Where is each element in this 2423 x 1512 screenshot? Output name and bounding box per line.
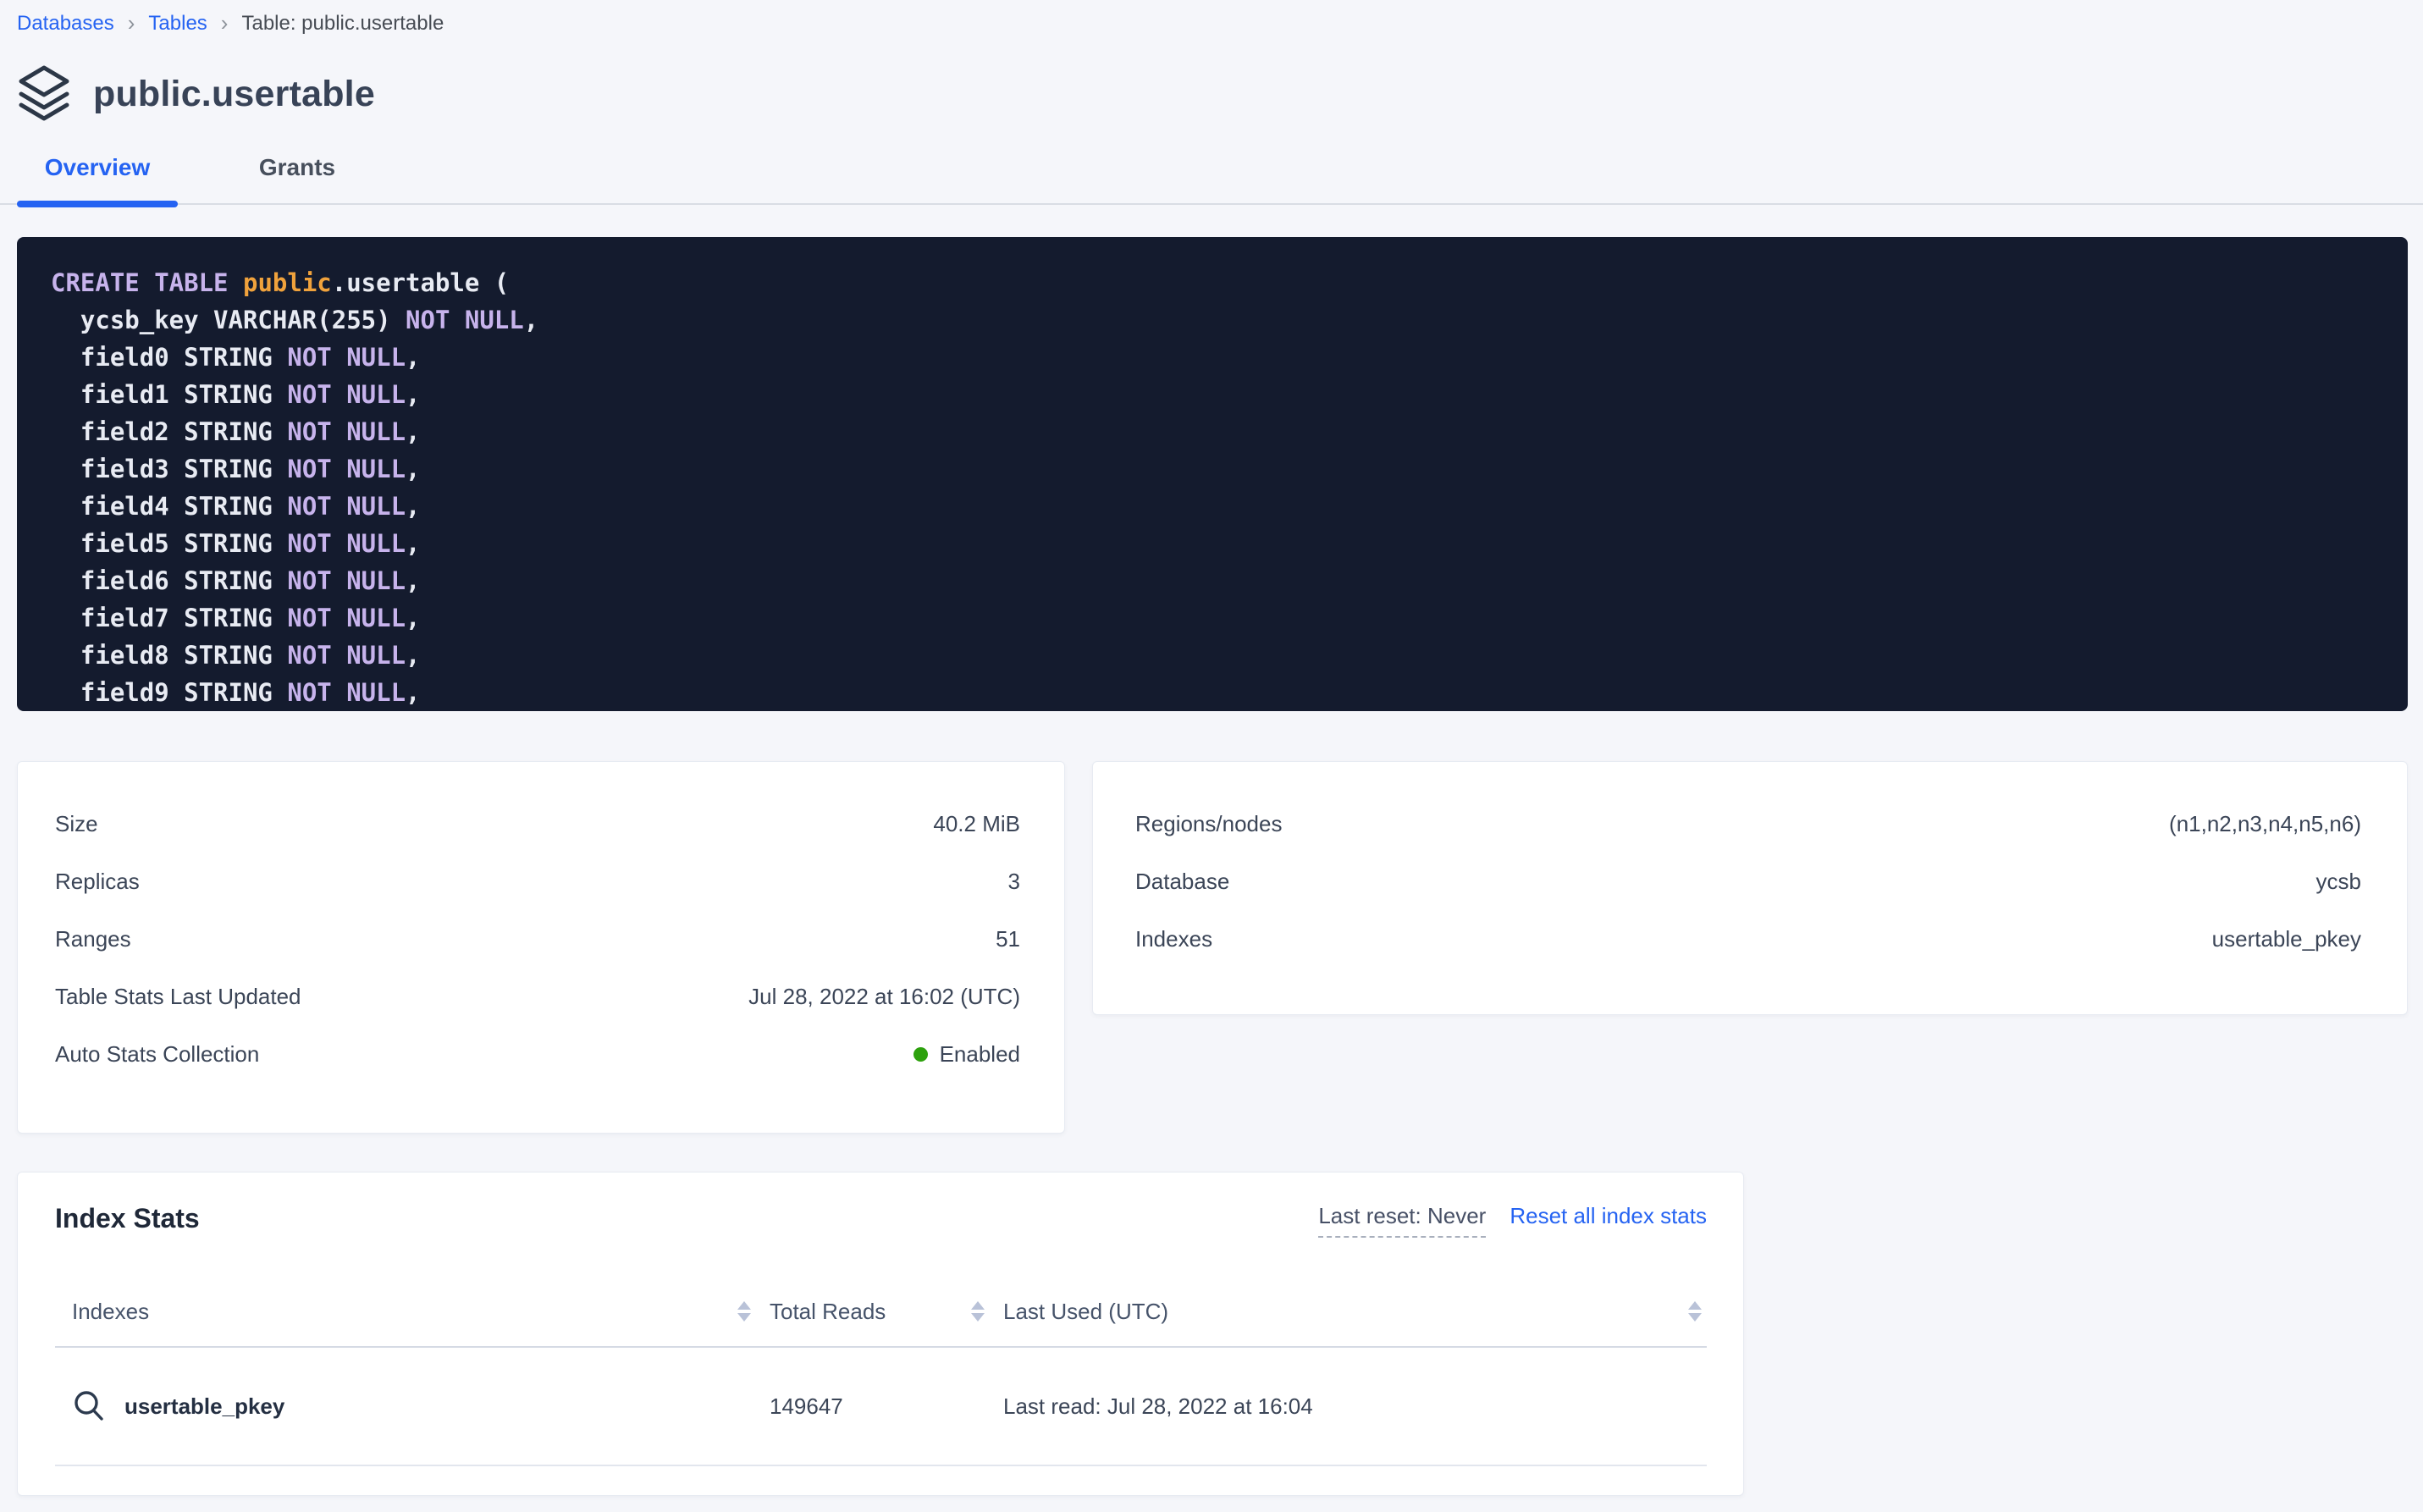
sql-code-line: CREATE TABLE public.usertable ( — [51, 264, 2374, 301]
reset-all-index-stats-link[interactable]: Reset all index stats — [1510, 1203, 1707, 1229]
summary-value: 51 — [996, 926, 1020, 952]
table-row[interactable]: usertable_pkey 149647Last read: Jul 28, 2… — [55, 1348, 1707, 1466]
summary-label: Regions/nodes — [1135, 811, 1282, 837]
index-stats-actions: Last reset: Never Reset all index stats — [1318, 1203, 1707, 1238]
sql-code-line: ycsb_key VARCHAR(255) NOT NULL, — [51, 301, 2374, 339]
sql-code-line: field6 STRING NOT NULL, — [51, 562, 2374, 599]
sql-code-line: field2 STRING NOT NULL, — [51, 413, 2374, 450]
table-summary-card: Size 40.2 MiB Replicas 3 Ranges 51 Table Stats… — [17, 761, 1065, 1134]
index-name-cell[interactable]: usertable_pkey — [55, 1389, 751, 1423]
last-used-cell: Last read: Jul 28, 2022 at 16:04 — [985, 1393, 1707, 1420]
summary-value: usertable_pkey — [2212, 926, 2361, 952]
index-table-body: usertable_pkey 149647Last read: Jul 28, 2… — [55, 1348, 1707, 1466]
sort-icon[interactable] — [971, 1301, 985, 1322]
regions-summary-card: Regions/nodes (n1,n2,n3,n4,n5,n6) Database… — [1092, 761, 2408, 1015]
index-stats-header: Index Stats Last reset: Never Reset all … — [55, 1203, 1707, 1238]
summary-row: Indexes usertable_pkey — [1135, 910, 2361, 968]
sql-code-line: field4 STRING NOT NULL, — [51, 488, 2374, 525]
summary-cards-row: Size 40.2 MiB Replicas 3 Ranges 51 Table Stats… — [17, 761, 2408, 1134]
summary-value: Enabled — [913, 1041, 1020, 1068]
summary-value: (n1,n2,n3,n4,n5,n6) — [2169, 811, 2361, 837]
sql-code-line: field5 STRING NOT NULL, — [51, 525, 2374, 562]
sql-code-line: field9 STRING NOT NULL, — [51, 674, 2374, 711]
sql-code-line: field3 STRING NOT NULL, — [51, 450, 2374, 488]
breadcrumb-separator: › — [128, 10, 135, 36]
column-header-label: Total Reads — [770, 1299, 886, 1325]
sort-icon[interactable] — [1688, 1301, 1702, 1322]
summary-row: Replicas 3 — [55, 853, 1020, 910]
summary-label: Table Stats Last Updated — [55, 984, 301, 1010]
summary-row: Auto Stats Collection Enabled — [55, 1025, 1020, 1083]
sort-icon[interactable] — [737, 1301, 751, 1322]
summary-value: Jul 28, 2022 at 16:02 (UTC) — [748, 984, 1020, 1010]
summary-row: Table Stats Last Updated Jul 28, 2022 at … — [55, 968, 1020, 1025]
total-reads-cell: 149647 — [751, 1393, 985, 1420]
search-icon — [72, 1389, 106, 1423]
column-header-label: Last Used (UTC) — [1003, 1299, 1168, 1325]
status-dot-enabled — [913, 1047, 928, 1062]
index-name[interactable]: usertable_pkey — [124, 1393, 284, 1420]
column-header-indexes[interactable]: Indexes — [55, 1299, 751, 1325]
summary-label: Size — [55, 811, 98, 837]
page-title: public.usertable — [93, 74, 375, 115]
breadcrumb-current: Table: public.usertable — [241, 12, 444, 36]
index-table-header: Indexes Total Reads Last Used (UTC) — [55, 1277, 1707, 1348]
summary-label: Indexes — [1135, 926, 1212, 952]
sql-code-line: field1 STRING NOT NULL, — [51, 376, 2374, 413]
summary-row: Regions/nodes (n1,n2,n3,n4,n5,n6) — [1135, 795, 2361, 853]
summary-value: 40.2 MiB — [933, 811, 1020, 837]
summary-row: Size 40.2 MiB — [55, 795, 1020, 853]
breadcrumb: Databases › Tables › Table: public.usert… — [0, 0, 2423, 36]
tab-overview[interactable]: Overview — [17, 154, 178, 203]
summary-label: Database — [1135, 869, 1229, 895]
summary-label: Replicas — [55, 869, 140, 895]
sql-code-line: field7 STRING NOT NULL, — [51, 599, 2374, 637]
index-stats-card: Index Stats Last reset: Never Reset all … — [17, 1172, 1744, 1496]
summary-value: 3 — [1008, 869, 1020, 895]
index-stats-title: Index Stats — [55, 1203, 200, 1234]
column-header-total-reads[interactable]: Total Reads — [751, 1299, 985, 1325]
column-header-last-used[interactable]: Last Used (UTC) — [985, 1299, 1707, 1325]
summary-value: ycsb — [2316, 869, 2361, 895]
breadcrumb-link-databases[interactable]: Databases — [17, 12, 114, 36]
column-header-label: Indexes — [72, 1299, 149, 1325]
sql-code-line: field0 STRING NOT NULL, — [51, 339, 2374, 376]
table-details-page: Databases › Tables › Table: public.usert… — [0, 0, 2423, 1512]
create-table-sql-block: CREATE TABLE public.usertable ( ycsb_key… — [17, 237, 2408, 711]
tab-grants[interactable]: Grants — [217, 154, 378, 203]
summary-label: Auto Stats Collection — [55, 1041, 259, 1068]
breadcrumb-link-tables[interactable]: Tables — [148, 12, 207, 36]
stack-layers-icon — [17, 63, 71, 125]
last-reset-label[interactable]: Last reset: Never — [1318, 1203, 1486, 1238]
page-title-row: public.usertable — [0, 63, 2423, 125]
tabs-bar: Overview Grants — [0, 154, 2423, 205]
sql-code-line: field8 STRING NOT NULL, — [51, 637, 2374, 674]
summary-row: Ranges 51 — [55, 910, 1020, 968]
summary-label: Ranges — [55, 926, 131, 952]
breadcrumb-separator: › — [221, 10, 229, 36]
summary-row: Database ycsb — [1135, 853, 2361, 910]
